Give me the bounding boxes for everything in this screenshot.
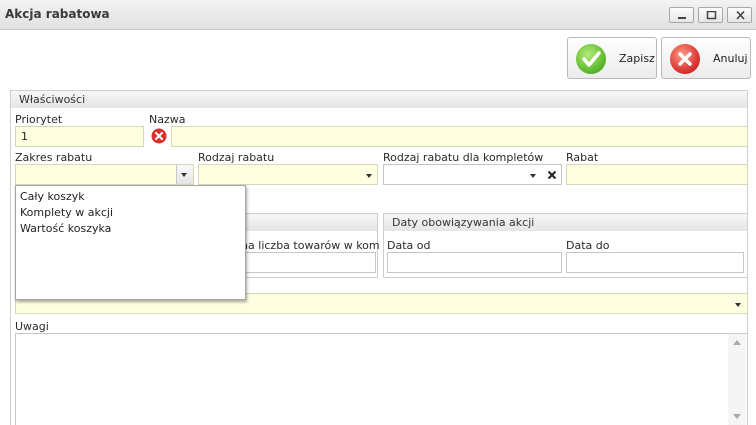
properties-header: Właściwości	[10, 90, 748, 108]
maximize-icon	[706, 11, 717, 20]
scope-dropdown-list: Cały koszyk Komplety w akcji Wartość kos…	[15, 185, 246, 300]
priority-input[interactable]: 1	[15, 126, 144, 147]
priority-value: 1	[21, 130, 28, 143]
scroll-up-icon[interactable]	[733, 340, 741, 345]
discount-label: Rabat	[566, 151, 599, 164]
name-input[interactable]	[171, 126, 748, 147]
window-title: Akcja rabatowa	[5, 7, 110, 21]
dates-title: Daty obowiązywania akcji	[392, 216, 535, 229]
date-from-label: Data od	[387, 239, 431, 252]
chevron-down-icon	[366, 174, 372, 178]
discount-input[interactable]	[566, 164, 748, 185]
save-button-label: Zapisz	[619, 52, 655, 65]
chevron-down-icon	[181, 173, 187, 177]
min-items-input[interactable]	[238, 252, 376, 273]
notes-textarea[interactable]	[15, 333, 748, 425]
save-button[interactable]: Zapisz	[567, 37, 657, 79]
minimize-icon	[678, 17, 686, 19]
date-from-input[interactable]	[387, 252, 562, 273]
properties-title: Właściwości	[19, 93, 86, 106]
set-type-select[interactable]	[383, 164, 562, 185]
close-window-button[interactable]	[727, 7, 752, 23]
cancel-x-icon	[670, 44, 700, 74]
dropdown-option[interactable]: Wartość koszyka	[20, 222, 111, 235]
dates-header: Daty obowiązywania akcji	[383, 213, 748, 231]
scroll-down-icon[interactable]	[733, 414, 741, 419]
priority-label: Priorytet	[15, 113, 63, 126]
clear-icon[interactable]	[547, 170, 557, 180]
date-to-label: Data do	[566, 239, 610, 252]
notes-scrollbar[interactable]	[728, 334, 746, 425]
scope-label: Zakres rabatu	[15, 151, 93, 164]
checkmark-icon	[576, 44, 606, 74]
dropdown-option[interactable]: Komplety w akcji	[20, 206, 113, 219]
minimize-button[interactable]	[669, 7, 694, 23]
chevron-down-icon	[530, 174, 536, 178]
cancel-button-label: Anuluj	[713, 52, 748, 65]
scope-dropdown-button[interactable]	[176, 165, 193, 184]
chevron-down-icon	[735, 303, 741, 307]
date-to-input[interactable]	[566, 252, 744, 273]
notes-label: Uwagi	[15, 320, 49, 333]
min-items-label: lna liczba towarów w kom	[238, 239, 380, 252]
dropdown-option[interactable]: Cały koszyk	[20, 190, 85, 203]
maximize-button[interactable]	[698, 7, 723, 23]
title-bar: Akcja rabatowa	[0, 0, 756, 30]
type-label: Rodzaj rabatu	[198, 151, 275, 164]
validation-error-icon	[151, 128, 167, 144]
scope-select[interactable]	[15, 164, 194, 185]
set-type-label: Rodzaj rabatu dla kompletów	[383, 151, 544, 164]
type-select[interactable]	[198, 164, 378, 185]
close-icon	[736, 11, 745, 20]
cancel-button[interactable]: Anuluj	[661, 37, 751, 79]
name-label: Nazwa	[149, 113, 186, 126]
